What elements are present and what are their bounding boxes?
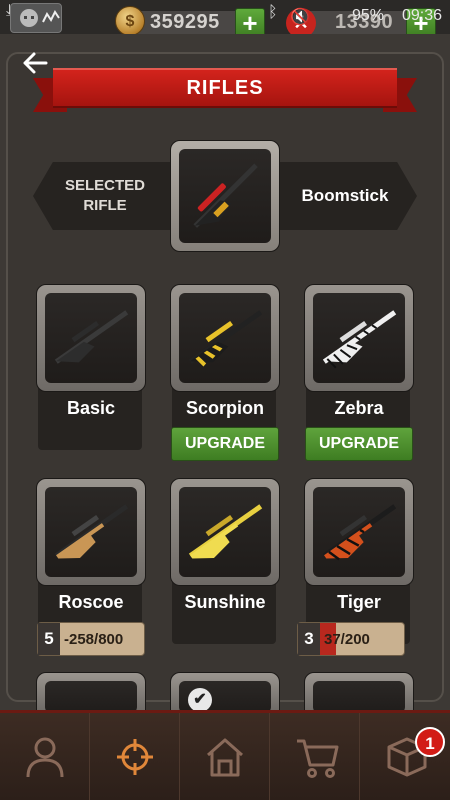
owned-check-icon: ✔	[188, 688, 212, 712]
rifle-zebra-icon	[322, 310, 397, 369]
rifle-tile-basic[interactable]	[36, 284, 146, 392]
selected-rifle-label: SELECTED RIFLE	[64, 177, 145, 214]
status-bar: ⤓ $ 359295 + ᛒ ✕ 13390 + 🔇 95% 09:36	[0, 0, 450, 38]
nav-rifles[interactable]	[90, 713, 180, 800]
bottom-nav	[0, 710, 450, 800]
title-ribbon: RIFLES	[33, 68, 417, 112]
nav-profile[interactable]	[0, 713, 90, 800]
home-icon	[207, 738, 243, 777]
selected-rifle-tile[interactable]	[170, 140, 280, 252]
battery-percent: 95%	[352, 7, 385, 24]
rifle-name: Tiger	[337, 592, 381, 612]
rifle-tile-partial[interactable]	[36, 672, 146, 713]
rifle-name: Roscoe	[58, 592, 124, 612]
profile-icon	[26, 737, 64, 778]
upgrade-zebra-button[interactable]: UPGRADE	[305, 427, 413, 461]
clock: 09:36	[402, 7, 443, 24]
coin-count: 359295	[150, 11, 220, 33]
rifle-tiger-icon	[322, 504, 397, 561]
rifle-level: 5	[38, 623, 60, 655]
coin-icon: $	[115, 6, 145, 36]
rifle-level: 3	[298, 623, 320, 655]
rifle-roscoe-icon	[54, 504, 129, 559]
mute-icon: 🔇	[290, 9, 310, 26]
bluetooth-icon: ᛒ	[268, 4, 278, 21]
progress-bar-tiger: 3 37/200	[297, 622, 405, 656]
cart-icon	[297, 739, 339, 778]
notification-badge: 1	[415, 727, 445, 757]
nav-shop[interactable]	[270, 713, 360, 800]
rifle-name: Basic	[66, 398, 116, 418]
rifle-name: Sunshine	[184, 592, 266, 612]
rifle-tile-partial[interactable]	[304, 672, 414, 713]
progress-text: 37/200	[324, 631, 370, 648]
rifle-name: Scorpion	[185, 398, 264, 418]
crosshair-icon	[117, 739, 153, 775]
page-title: RIFLES	[186, 77, 264, 99]
rifle-tile-tiger[interactable]	[304, 478, 414, 586]
rifle-tile-zebra[interactable]	[304, 284, 414, 392]
rifle-tile-scorpion[interactable]	[170, 284, 280, 392]
rifle-tile-partial[interactable]	[170, 672, 280, 713]
android-app-icon	[10, 3, 62, 33]
progress-bar-roscoe: 5 -258/800	[37, 622, 145, 656]
nav-home[interactable]	[180, 713, 270, 800]
selected-rifle-name: Boomstick	[301, 186, 389, 205]
progress-text: -258/800	[64, 631, 124, 648]
rifle-sunshine-icon	[188, 504, 263, 559]
nav-crates[interactable]	[360, 713, 450, 800]
rifle-basic-icon	[54, 310, 129, 364]
upgrade-scorpion-button[interactable]: UPGRADE	[171, 427, 279, 461]
rifle-boomstick-icon	[193, 163, 258, 228]
rifle-tile-roscoe[interactable]	[36, 478, 146, 586]
rifle-tile-sunshine[interactable]	[170, 478, 280, 586]
rifle-name: Zebra	[334, 398, 384, 418]
rifle-scorpion-icon	[188, 310, 263, 367]
